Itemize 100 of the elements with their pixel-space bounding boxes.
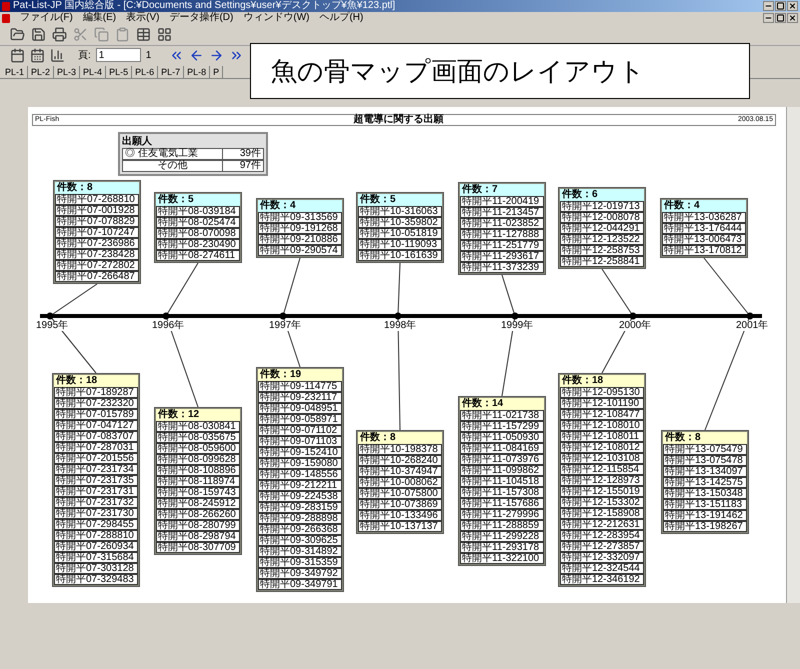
page-input[interactable]: 1	[96, 48, 141, 62]
patent-number: 特開平11-099862	[460, 465, 544, 476]
patent-number: 特開平12-283954	[560, 530, 644, 541]
patent-number: 特開平11-251779	[460, 240, 544, 251]
patent-number: 特開平13-075478	[663, 455, 747, 466]
patent-number: 特開平10-133496	[358, 510, 442, 521]
patent-number: 特開平12-103108	[560, 453, 644, 464]
folder-icon[interactable]	[10, 26, 25, 42]
table-icon[interactable]	[136, 26, 151, 42]
sheet-tab[interactable]: PL-6	[132, 66, 158, 78]
menu-item[interactable]: 表示(V)	[126, 12, 160, 24]
minimize-icon[interactable]	[763, 1, 774, 11]
patent-number: 特開平07-298455	[54, 519, 138, 530]
close-icon[interactable]	[787, 1, 798, 11]
patent-number: 特開平12-324544	[560, 563, 644, 574]
patent-number: 特開平07-236986	[55, 238, 139, 249]
patent-number: 特開平09-210886	[258, 234, 342, 245]
count-header: 件数：12	[156, 409, 240, 421]
connector-line	[602, 268, 634, 316]
patent-number: 特開平11-157686	[460, 498, 544, 509]
calendar-icon[interactable]	[30, 48, 45, 63]
count-header: 件数：18	[54, 375, 138, 387]
patent-number: 特開平11-293178	[460, 542, 544, 553]
patent-number: 特開平13-176444	[662, 223, 746, 234]
patent-number: 特開平12-095130	[560, 387, 644, 398]
sheet-tab[interactable]: PL-7	[158, 66, 184, 78]
patent-number: 特開平08-298794	[156, 531, 240, 542]
menu-item[interactable]: ウィンドウ(W)	[243, 12, 310, 24]
patent-number: 特開平07-260934	[54, 541, 138, 552]
patent-number: 特開平07-288810	[54, 530, 138, 541]
patent-number: 特開平10-051819	[358, 228, 442, 239]
grid-icon[interactable]	[157, 26, 172, 42]
previous-page-icon[interactable]	[189, 48, 204, 63]
sheet-tab[interactable]: P	[210, 66, 224, 78]
year-label: 1995年	[36, 321, 68, 331]
timeline-node	[394, 312, 402, 320]
menu-item[interactable]: 編集(E)	[82, 12, 116, 24]
count-header: 件数：19	[258, 369, 342, 381]
patent-number: 特開平09-314892	[258, 546, 342, 557]
patent-number: 特開平07-231730	[54, 508, 138, 519]
patent-number: 特開平07-189287	[54, 387, 138, 398]
patent-number: 特開平12-153302	[560, 497, 644, 508]
timeline-node	[630, 312, 636, 320]
patent-number: 特開平11-373239	[460, 262, 544, 273]
patent-number: 特開平08-108896	[156, 465, 240, 476]
callout-text: 魚の骨マップ画面のレイアウト	[271, 54, 645, 88]
patent-number: 特開平08-274611	[156, 250, 240, 261]
patent-number: 特開平07-329483	[54, 574, 138, 585]
patent-number: 特開平11-288859	[460, 520, 544, 531]
menu-item[interactable]: ファイル(F)	[20, 12, 73, 24]
next-page-icon[interactable]	[209, 48, 224, 63]
patent-number: 特開平10-374947	[358, 466, 442, 477]
count-header: 件数：18	[560, 375, 644, 387]
patent-number: 特開平07-231732	[54, 497, 138, 508]
patent-number: 特開平07-287031	[54, 442, 138, 453]
patent-number: 特開平11-200419	[460, 196, 544, 207]
timeline-node	[746, 312, 754, 320]
calendar-icon[interactable]	[10, 48, 25, 63]
patent-number: 特開平13-036287	[662, 212, 746, 223]
count-header: 件数：8	[358, 432, 442, 444]
timeline-node	[512, 312, 518, 320]
timeline-node	[162, 312, 170, 320]
patent-number: 特開平08-070098	[156, 228, 240, 239]
sheet-tab[interactable]: PL-2	[28, 66, 54, 78]
patent-number: 特開平12-115854	[560, 464, 644, 475]
patent-number: 特開平07-268810	[55, 194, 139, 205]
sheet-tab[interactable]: PL-5	[106, 66, 132, 78]
minimize-icon[interactable]	[763, 13, 774, 23]
patent-number: 特開平07-231735	[54, 475, 138, 486]
patent-number: 特開平09-266368	[258, 524, 342, 535]
menu-item[interactable]: ヘルプ(H)	[319, 12, 364, 24]
patent-number: 特開平12-108012	[560, 442, 644, 453]
patent-number: 特開平10-316063	[358, 206, 442, 217]
save-icon[interactable]	[31, 26, 46, 42]
scrollbar-track[interactable]	[786, 107, 800, 603]
patent-number: 特開平08-030841	[156, 421, 240, 432]
applicant-name: ◎ 住友電気工業	[123, 149, 223, 159]
patent-number: 特開平09-159080	[258, 458, 342, 469]
sheet-tab[interactable]: PL-1	[2, 66, 28, 78]
patent-number: 特開平11-322100	[460, 553, 544, 564]
close-icon[interactable]	[787, 13, 798, 23]
count-header: 件数：14	[460, 398, 544, 410]
patent-number: 特開平12-212631	[560, 519, 644, 530]
sheet-tab[interactable]: PL-4	[80, 66, 106, 78]
applicant-count: 39件	[238, 149, 262, 159]
sheet-tab[interactable]: PL-8	[184, 66, 210, 78]
printer-icon[interactable]	[52, 26, 67, 42]
clipboard-icon[interactable]	[115, 26, 130, 42]
patent-number: 特開平08-035675	[156, 432, 240, 443]
menu-item[interactable]: データ操作(D)	[169, 12, 234, 24]
patent-number: 特開平09-152410	[258, 447, 342, 458]
maximize-icon[interactable]	[775, 13, 786, 23]
patent-number: 特開平12-008078	[560, 212, 644, 223]
patent-number: 特開平12-155019	[560, 486, 644, 497]
patent-number: 特開平09-349792	[258, 568, 342, 579]
patent-number: 特開平08-099628	[156, 454, 240, 465]
maximize-icon[interactable]	[775, 1, 786, 11]
chart-icon[interactable]	[50, 48, 65, 63]
sheet-tab[interactable]: PL-3	[54, 66, 80, 78]
patent-number: 特開平09-071102	[258, 425, 342, 436]
